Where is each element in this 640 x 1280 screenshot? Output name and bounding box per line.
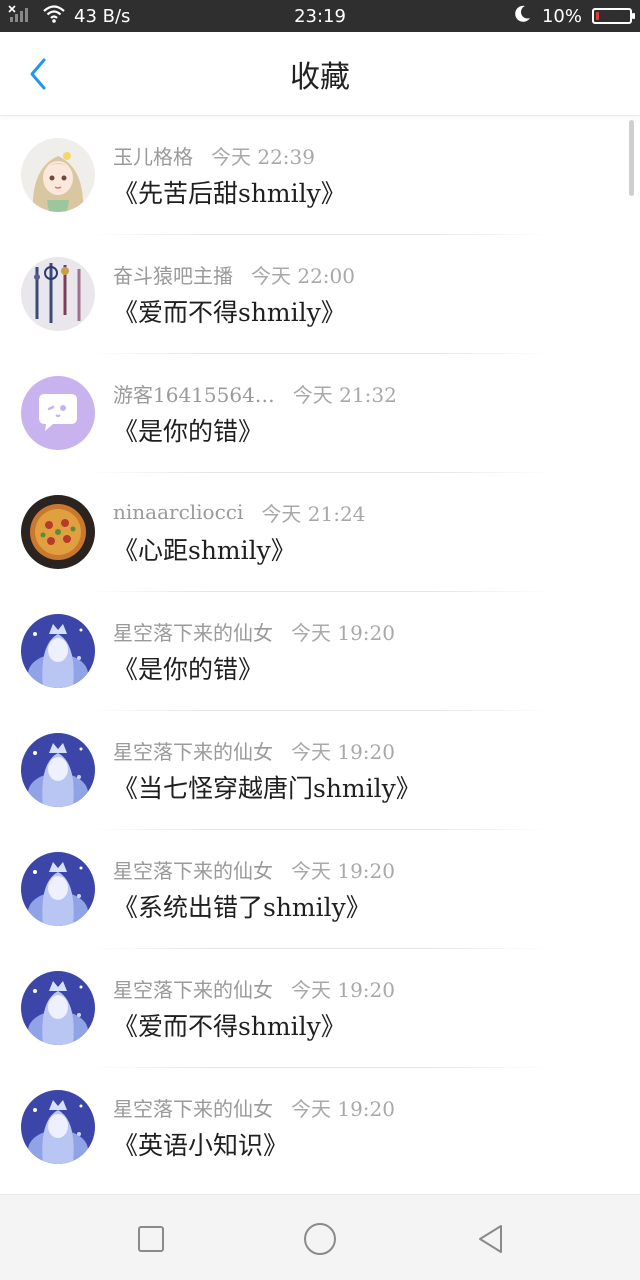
avatar[interactable] (21, 1090, 95, 1164)
story-title[interactable]: 《是你的错》 (113, 650, 263, 686)
header-bar: 收藏 (0, 32, 640, 116)
timestamp: 今天 22:39 (211, 144, 315, 169)
battery-percent: 10% (541, 5, 582, 27)
timestamp: 今天 19:20 (291, 620, 395, 645)
avatar[interactable] (21, 376, 95, 450)
timestamp: 今天 19:20 (291, 977, 395, 1002)
timestamp: 今天 19:20 (291, 1096, 395, 1121)
author-name[interactable]: 星空落下来的仙女 (113, 974, 273, 1003)
page-title: 收藏 (290, 60, 350, 95)
author-name[interactable]: 游客16415564… (113, 379, 275, 408)
item-meta: 游客16415564… 今天 21:32 (113, 379, 397, 408)
scrollbar[interactable] (629, 120, 634, 196)
author-name[interactable]: 星空落下来的仙女 (113, 1093, 273, 1122)
author-name[interactable]: 星空落下来的仙女 (113, 736, 273, 765)
avatar[interactable] (21, 852, 95, 926)
list-item[interactable]: 星空落下来的仙女 今天 19:20 《爱而不得shmily》 (0, 949, 640, 1068)
story-title[interactable]: 《是你的错》 (113, 412, 263, 448)
item-meta: 星空落下来的仙女 今天 19:20 (113, 617, 395, 646)
avatar[interactable] (21, 971, 95, 1045)
timestamp: 今天 21:24 (261, 501, 366, 526)
timestamp: 今天 19:20 (291, 739, 395, 764)
system-back-button[interactable] (467, 1215, 515, 1263)
list-item[interactable]: 玉儿格格 今天 22:39 《先苦后甜shmily》 (0, 116, 640, 235)
no-sim-icon (8, 4, 34, 28)
author-name[interactable]: 星空落下来的仙女 (113, 855, 273, 884)
story-title[interactable]: 《英语小知识》 (113, 1126, 288, 1162)
battery-icon (592, 8, 635, 24)
status-right: 10% (512, 0, 635, 32)
network-speed: 43 B/s (74, 5, 131, 27)
author-name[interactable]: ninaarcliocci (113, 500, 243, 524)
item-meta: 星空落下来的仙女 今天 19:20 (113, 1093, 395, 1122)
story-title[interactable]: 《爱而不得shmily》 (113, 293, 346, 329)
avatar[interactable] (21, 614, 95, 688)
timestamp: 今天 21:32 (292, 382, 397, 407)
moon-icon (512, 4, 532, 28)
item-meta: 奋斗猿吧主播 今天 22:00 (113, 260, 355, 289)
author-name[interactable]: 星空落下来的仙女 (113, 617, 273, 646)
item-meta: 玉儿格格 今天 22:39 (113, 141, 315, 170)
story-title[interactable]: 《当七怪穿越唐门shmily》 (113, 769, 421, 805)
status-left: 43 B/s (8, 0, 130, 32)
navigation-bar (0, 1194, 640, 1280)
author-name[interactable]: 玉儿格格 (113, 141, 193, 170)
recents-square-icon (138, 1226, 164, 1252)
home-circle-icon (304, 1223, 336, 1255)
chevron-left-icon (30, 58, 46, 90)
wifi-icon (42, 4, 66, 28)
avatar[interactable] (21, 257, 95, 331)
list-item[interactable]: 星空落下来的仙女 今天 19:20 《系统出错了shmily》 (0, 830, 640, 949)
back-button[interactable] (18, 54, 58, 94)
story-title[interactable]: 《爱而不得shmily》 (113, 1007, 346, 1043)
list-item[interactable]: ninaarcliocci 今天 21:24 《心距shmily》 (0, 473, 640, 592)
story-title[interactable]: 《先苦后甜shmily》 (113, 174, 346, 210)
avatar[interactable] (21, 138, 95, 212)
timestamp: 今天 19:20 (291, 858, 395, 883)
list-item[interactable]: 星空落下来的仙女 今天 19:20 《英语小知识》 (0, 1068, 640, 1187)
list-item[interactable]: 游客16415564… 今天 21:32 《是你的错》 (0, 354, 640, 473)
timestamp: 今天 22:00 (251, 263, 355, 288)
favorites-list: 玉儿格格 今天 22:39 《先苦后甜shmily》 奋斗猿吧主播 今天 22:… (0, 116, 640, 1187)
recents-button[interactable] (127, 1215, 175, 1263)
battery-level-fill (596, 12, 599, 20)
avatar[interactable] (21, 495, 95, 569)
item-meta: 星空落下来的仙女 今天 19:20 (113, 855, 395, 884)
story-title[interactable]: 《心距shmily》 (113, 531, 296, 567)
item-meta: 星空落下来的仙女 今天 19:20 (113, 974, 395, 1003)
status-bar: 43 B/s 23:19 10% (0, 0, 640, 32)
item-meta: ninaarcliocci 今天 21:24 (113, 499, 366, 526)
list-item[interactable]: 星空落下来的仙女 今天 19:20 《当七怪穿越唐门shmily》 (0, 711, 640, 830)
back-triangle-icon (479, 1225, 502, 1253)
avatar[interactable] (21, 733, 95, 807)
author-name[interactable]: 奋斗猿吧主播 (113, 260, 233, 289)
item-meta: 星空落下来的仙女 今天 19:20 (113, 736, 395, 765)
story-title[interactable]: 《系统出错了shmily》 (113, 888, 371, 924)
home-button[interactable] (296, 1215, 344, 1263)
list-item[interactable]: 星空落下来的仙女 今天 19:20 《是你的错》 (0, 592, 640, 711)
list-item[interactable]: 奋斗猿吧主播 今天 22:00 《爱而不得shmily》 (0, 235, 640, 354)
